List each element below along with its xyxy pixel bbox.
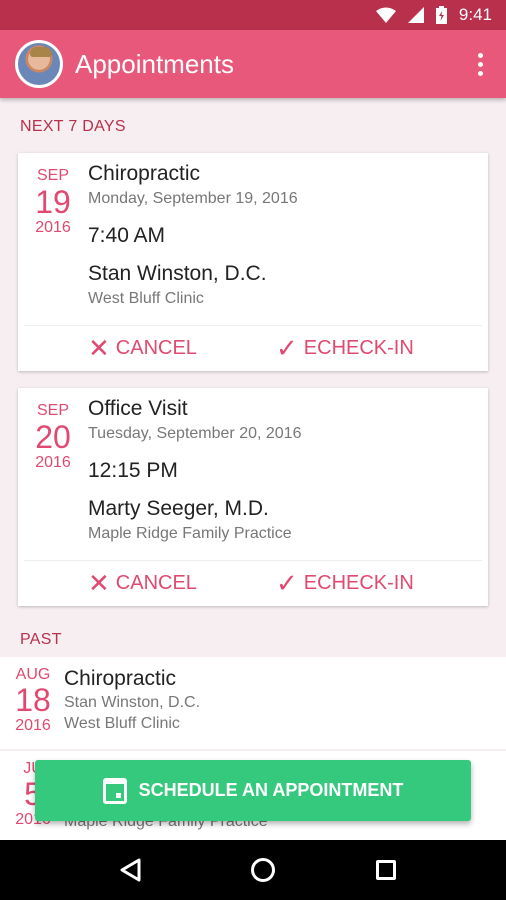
section-next-7-days: NEXT 7 DAYS xyxy=(20,118,126,135)
appointment-clinic: Maple Ridge Family Practice xyxy=(88,525,292,542)
appointment-date-badge: AUG 18 2016 xyxy=(0,657,66,735)
appointment-card[interactable]: SEP 20 2016 Office Visit Tuesday, Septem… xyxy=(18,388,488,606)
echeck-in-button[interactable]: ✓ ECHECK-IN xyxy=(276,333,414,364)
avatar[interactable] xyxy=(15,40,63,88)
echeck-in-button[interactable]: ✓ ECHECK-IN xyxy=(276,568,414,599)
appointment-full-date: Monday, September 19, 2016 xyxy=(88,190,298,207)
echeck-in-label: ECHECK-IN xyxy=(303,572,414,594)
appointment-info: Chiropractic Monday, September 19, 2016 … xyxy=(88,153,298,308)
past-appointment-item[interactable]: AUG 18 2016 Chiropractic Stan Winston, D… xyxy=(0,657,506,749)
date-year: 2016 xyxy=(15,717,51,734)
cell-signal-icon xyxy=(407,7,424,23)
echeck-icon: ✓ xyxy=(276,568,298,598)
wifi-icon xyxy=(375,7,396,23)
appointment-date-badge: SEP 19 2016 xyxy=(18,153,88,237)
close-icon: ✕ xyxy=(88,333,110,363)
app-bar: Appointments xyxy=(0,30,506,98)
page-title: Appointments xyxy=(75,48,234,79)
status-time: 9:41 xyxy=(458,5,492,24)
appointment-time: 7:40 AM xyxy=(88,224,166,247)
section-past: PAST xyxy=(20,631,62,648)
cancel-button[interactable]: ✕ CANCEL xyxy=(88,333,197,364)
date-day: 20 xyxy=(35,419,71,455)
date-year: 2016 xyxy=(35,454,71,471)
appointment-clinic: West Bluff Clinic xyxy=(88,290,204,307)
appointment-provider: Marty Seeger, M.D. xyxy=(88,497,269,520)
recents-icon[interactable] xyxy=(375,860,396,880)
appointment-info: Office Visit Tuesday, September 20, 2016… xyxy=(88,388,301,543)
date-day: 18 xyxy=(15,682,51,718)
appointment-clinic: West Bluff Clinic xyxy=(64,715,180,732)
appointment-type: Chiropractic xyxy=(88,162,201,185)
cancel-button[interactable]: ✕ CANCEL xyxy=(88,568,197,599)
appointment-date-badge: SEP 20 2016 xyxy=(18,388,88,472)
system-nav-bar xyxy=(0,840,506,900)
home-icon[interactable] xyxy=(250,858,275,882)
close-icon: ✕ xyxy=(88,568,110,598)
appointment-provider: Stan Winston, D.C. xyxy=(64,694,201,711)
date-day: 19 xyxy=(35,184,71,220)
schedule-appointment-label: SCHEDULE AN APPOINTMENT xyxy=(138,780,404,800)
date-month: SEP xyxy=(36,402,69,419)
date-year: 2016 xyxy=(35,219,71,236)
appointment-provider: Stan Winston, D.C. xyxy=(88,262,267,285)
appointment-info: Chiropractic Stan Winston, D.C. West Blu… xyxy=(64,667,200,733)
battery-icon xyxy=(435,6,447,24)
echeck-in-label: ECHECK-IN xyxy=(303,337,414,359)
appointment-type: Office Visit xyxy=(88,397,188,420)
card-actions: ✕ CANCEL ✓ ECHECK-IN xyxy=(24,560,482,606)
cancel-label: CANCEL xyxy=(115,337,197,359)
calendar-icon xyxy=(102,777,127,804)
appointment-full-date: Tuesday, September 20, 2016 xyxy=(88,425,302,442)
schedule-appointment-button[interactable]: SCHEDULE AN APPOINTMENT xyxy=(35,760,471,821)
more-options-icon[interactable] xyxy=(460,44,500,84)
appointment-card[interactable]: SEP 19 2016 Chiropractic Monday, Septemb… xyxy=(18,153,488,371)
back-icon[interactable] xyxy=(110,858,150,882)
date-month: SEP xyxy=(36,167,69,184)
cancel-label: CANCEL xyxy=(115,572,197,594)
appointment-type: Chiropractic xyxy=(64,667,177,690)
card-actions: ✕ CANCEL ✓ ECHECK-IN xyxy=(24,325,482,371)
appointment-time: 12:15 PM xyxy=(88,459,178,482)
echeck-icon: ✓ xyxy=(276,333,298,363)
status-bar: 9:41 xyxy=(0,0,506,30)
